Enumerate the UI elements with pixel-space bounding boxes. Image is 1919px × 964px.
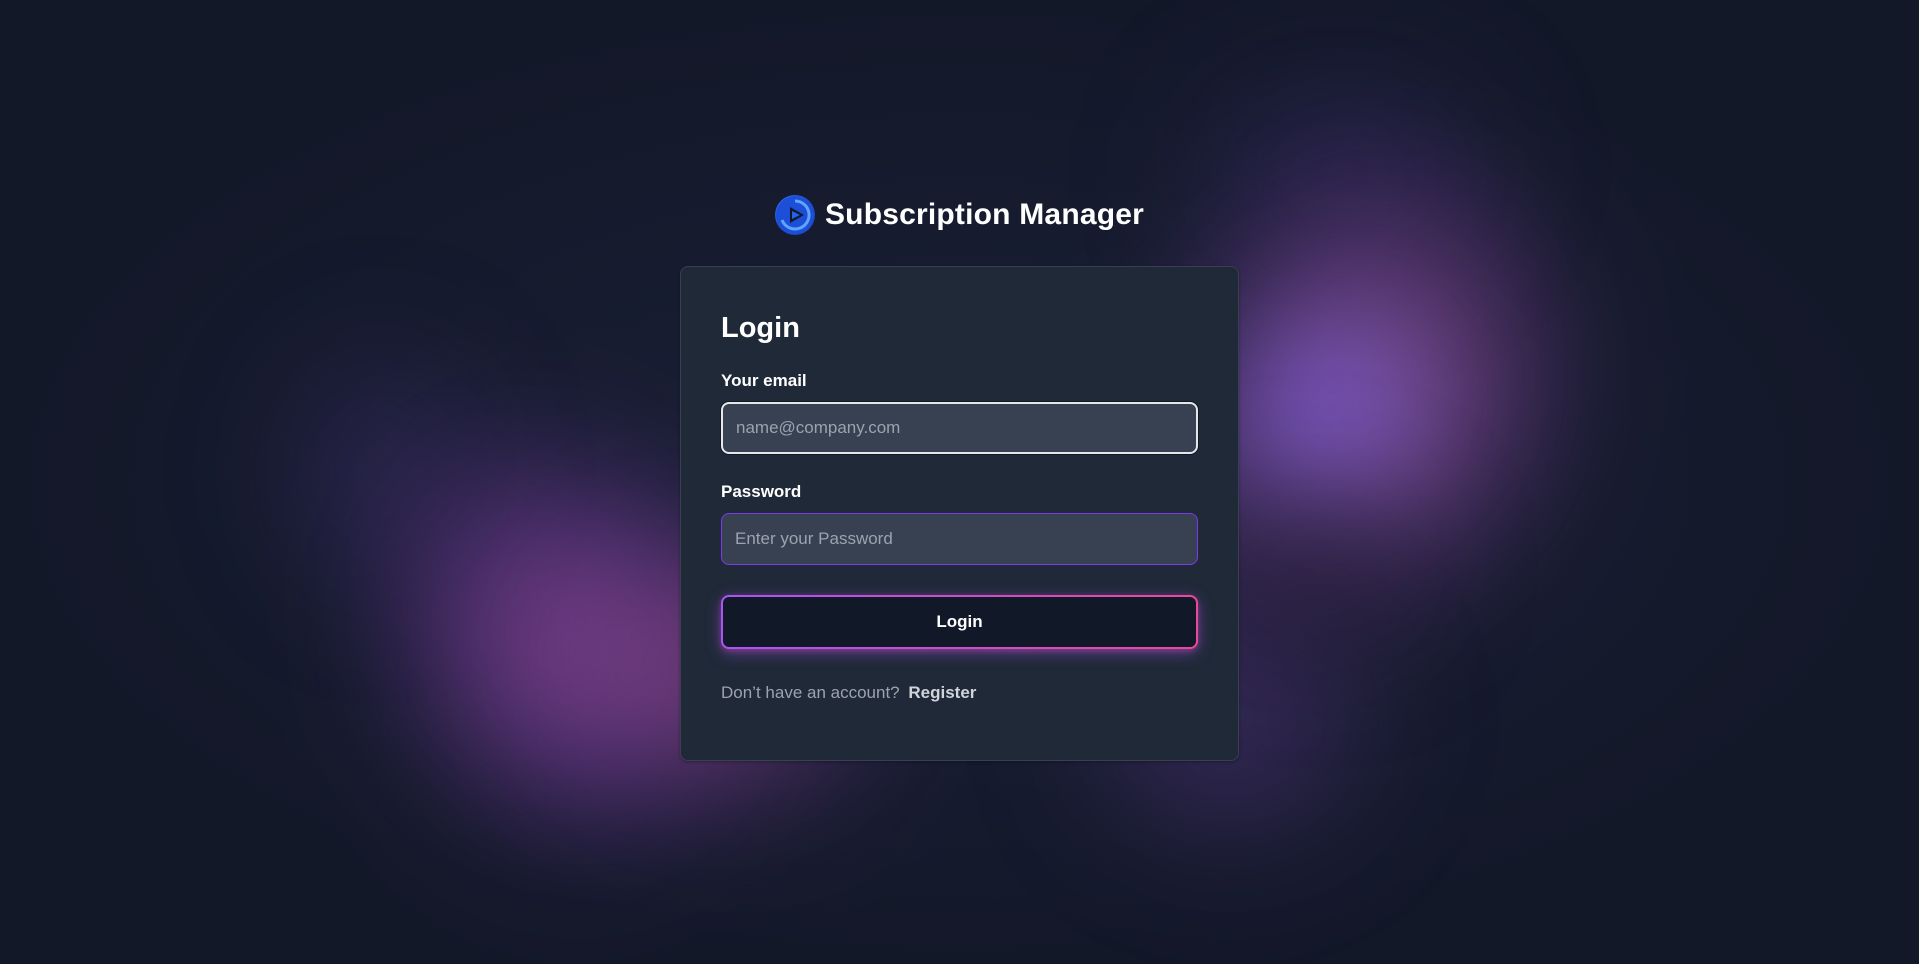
play-logo-icon [774,195,815,235]
page: Subscription Manager Login Your email Pa… [0,0,1919,964]
email-field-group: Your email [721,371,1198,454]
email-input[interactable] [721,401,1198,454]
register-link[interactable]: Register [908,683,976,702]
no-account-text: Don’t have an account? [721,682,900,702]
password-field-group: Password [721,482,1198,565]
brand-header[interactable]: Subscription Manager [0,195,1919,235]
app-title: Subscription Manager [824,198,1145,231]
login-button[interactable]: Login [721,595,1198,649]
password-label: Password [721,481,802,501]
password-input[interactable] [721,512,1198,565]
register-prompt: Don’t have an account? Register [721,683,1198,703]
login-card: Login Your email Password Login Don’t ha… [680,266,1239,761]
login-heading: Login [721,312,800,344]
email-label: Your email [721,370,807,390]
